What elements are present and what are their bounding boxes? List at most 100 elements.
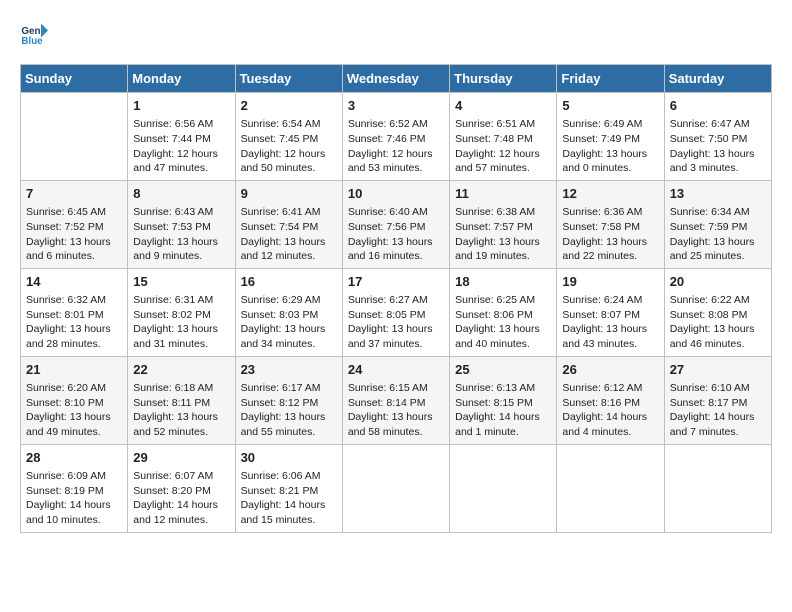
calendar-cell: 17 Sunrise: 6:27 AM Sunset: 8:05 PM Dayli… xyxy=(342,268,449,356)
day-number: 25 xyxy=(455,361,551,379)
calendar-table: SundayMondayTuesdayWednesdayThursdayFrid… xyxy=(20,64,772,533)
calendar-cell: 28 Sunrise: 6:09 AM Sunset: 8:19 PM Dayli… xyxy=(21,444,128,532)
day-number: 21 xyxy=(26,361,122,379)
calendar-cell: 11Sunrise: 6:38 AM Sunset: 7:57 PM Dayli… xyxy=(450,180,557,268)
day-number: 19 xyxy=(562,273,658,291)
day-number: 10 xyxy=(348,185,444,203)
day-number: 6 xyxy=(670,97,766,115)
day-number: 12 xyxy=(562,185,658,203)
day-number: 3 xyxy=(348,97,444,115)
day-number: 28 xyxy=(26,449,122,467)
week-row-3: 14 Sunrise: 6:32 AM Sunset: 8:01 PM Dayli… xyxy=(21,268,772,356)
day-number: 2 xyxy=(241,97,337,115)
day-number: 13 xyxy=(670,185,766,203)
calendar-cell: 26 Sunrise: 6:12 AM Sunset: 8:16 PM Dayli… xyxy=(557,356,664,444)
calendar-cell: 20Sunrise: 6:22 AM Sunset: 8:08 PM Dayli… xyxy=(664,268,771,356)
day-info: Sunrise: 6:09 AM Sunset: 8:19 PM Dayligh… xyxy=(26,469,122,528)
calendar-cell: 3 Sunrise: 6:52 AM Sunset: 7:46 PM Daylig… xyxy=(342,93,449,181)
calendar-cell: 2 Sunrise: 6:54 AM Sunset: 7:45 PM Daylig… xyxy=(235,93,342,181)
day-number: 17 xyxy=(348,273,444,291)
calendar-cell: 22Sunrise: 6:18 AM Sunset: 8:11 PM Dayli… xyxy=(128,356,235,444)
calendar-cell: 18Sunrise: 6:25 AM Sunset: 8:06 PM Dayli… xyxy=(450,268,557,356)
calendar-cell: 24 Sunrise: 6:15 AM Sunset: 8:14 PM Dayli… xyxy=(342,356,449,444)
calendar-cell xyxy=(450,444,557,532)
day-number: 14 xyxy=(26,273,122,291)
day-info: Sunrise: 6:27 AM Sunset: 8:05 PM Dayligh… xyxy=(348,293,444,352)
day-info: Sunrise: 6:25 AM Sunset: 8:06 PM Dayligh… xyxy=(455,293,551,352)
day-number: 9 xyxy=(241,185,337,203)
day-number: 5 xyxy=(562,97,658,115)
logo: Gen Blue xyxy=(20,20,52,48)
header: Gen Blue xyxy=(20,20,772,48)
calendar-cell xyxy=(557,444,664,532)
weekday-header-wednesday: Wednesday xyxy=(342,65,449,93)
day-info: Sunrise: 6:12 AM Sunset: 8:16 PM Dayligh… xyxy=(562,381,658,440)
day-info: Sunrise: 6:51 AM Sunset: 7:48 PM Dayligh… xyxy=(455,117,551,176)
week-row-1: 1 Sunrise: 6:56 AM Sunset: 7:44 PM Daylig… xyxy=(21,93,772,181)
calendar-cell: 4 Sunrise: 6:51 AM Sunset: 7:48 PM Daylig… xyxy=(450,93,557,181)
day-number: 16 xyxy=(241,273,337,291)
day-info: Sunrise: 6:20 AM Sunset: 8:10 PM Dayligh… xyxy=(26,381,122,440)
day-info: Sunrise: 6:47 AM Sunset: 7:50 PM Dayligh… xyxy=(670,117,766,176)
day-number: 24 xyxy=(348,361,444,379)
day-info: Sunrise: 6:52 AM Sunset: 7:46 PM Dayligh… xyxy=(348,117,444,176)
day-info: Sunrise: 6:40 AM Sunset: 7:56 PM Dayligh… xyxy=(348,205,444,264)
day-number: 15 xyxy=(133,273,229,291)
day-info: Sunrise: 6:41 AM Sunset: 7:54 PM Dayligh… xyxy=(241,205,337,264)
day-info: Sunrise: 6:10 AM Sunset: 8:17 PM Dayligh… xyxy=(670,381,766,440)
day-info: Sunrise: 6:17 AM Sunset: 8:12 PM Dayligh… xyxy=(241,381,337,440)
day-info: Sunrise: 6:56 AM Sunset: 7:44 PM Dayligh… xyxy=(133,117,229,176)
weekday-header-tuesday: Tuesday xyxy=(235,65,342,93)
calendar-cell: 19 Sunrise: 6:24 AM Sunset: 8:07 PM Dayli… xyxy=(557,268,664,356)
calendar-cell: 9 Sunrise: 6:41 AM Sunset: 7:54 PM Daylig… xyxy=(235,180,342,268)
calendar-cell: 14 Sunrise: 6:32 AM Sunset: 8:01 PM Dayli… xyxy=(21,268,128,356)
day-number: 26 xyxy=(562,361,658,379)
calendar-cell xyxy=(21,93,128,181)
calendar-cell: 25 Sunrise: 6:13 AM Sunset: 8:15 PM Dayli… xyxy=(450,356,557,444)
day-number: 30 xyxy=(241,449,337,467)
weekday-header-friday: Friday xyxy=(557,65,664,93)
day-number: 23 xyxy=(241,361,337,379)
day-number: 7 xyxy=(26,185,122,203)
calendar-cell xyxy=(342,444,449,532)
weekday-header-row: SundayMondayTuesdayWednesdayThursdayFrid… xyxy=(21,65,772,93)
weekday-header-monday: Monday xyxy=(128,65,235,93)
day-info: Sunrise: 6:31 AM Sunset: 8:02 PM Dayligh… xyxy=(133,293,229,352)
day-number: 1 xyxy=(133,97,229,115)
calendar-cell: 21 Sunrise: 6:20 AM Sunset: 8:10 PM Dayli… xyxy=(21,356,128,444)
logo-icon: Gen Blue xyxy=(20,20,48,48)
day-info: Sunrise: 6:34 AM Sunset: 7:59 PM Dayligh… xyxy=(670,205,766,264)
calendar-cell: 29 Sunrise: 6:07 AM Sunset: 8:20 PM Dayli… xyxy=(128,444,235,532)
day-info: Sunrise: 6:22 AM Sunset: 8:08 PM Dayligh… xyxy=(670,293,766,352)
calendar-cell: 23 Sunrise: 6:17 AM Sunset: 8:12 PM Dayli… xyxy=(235,356,342,444)
day-info: Sunrise: 6:45 AM Sunset: 7:52 PM Dayligh… xyxy=(26,205,122,264)
calendar-cell: 27 Sunrise: 6:10 AM Sunset: 8:17 PM Dayli… xyxy=(664,356,771,444)
calendar-cell: 8Sunrise: 6:43 AM Sunset: 7:53 PM Daylig… xyxy=(128,180,235,268)
week-row-2: 7 Sunrise: 6:45 AM Sunset: 7:52 PM Daylig… xyxy=(21,180,772,268)
weekday-header-saturday: Saturday xyxy=(664,65,771,93)
day-info: Sunrise: 6:49 AM Sunset: 7:49 PM Dayligh… xyxy=(562,117,658,176)
calendar-cell: 12 Sunrise: 6:36 AM Sunset: 7:58 PM Dayli… xyxy=(557,180,664,268)
calendar-cell: 6 Sunrise: 6:47 AM Sunset: 7:50 PM Daylig… xyxy=(664,93,771,181)
day-number: 27 xyxy=(670,361,766,379)
day-number: 4 xyxy=(455,97,551,115)
day-info: Sunrise: 6:07 AM Sunset: 8:20 PM Dayligh… xyxy=(133,469,229,528)
calendar-cell: 5 Sunrise: 6:49 AM Sunset: 7:49 PM Daylig… xyxy=(557,93,664,181)
svg-text:Blue: Blue xyxy=(21,36,43,47)
day-info: Sunrise: 6:36 AM Sunset: 7:58 PM Dayligh… xyxy=(562,205,658,264)
day-info: Sunrise: 6:15 AM Sunset: 8:14 PM Dayligh… xyxy=(348,381,444,440)
calendar-cell: 10 Sunrise: 6:40 AM Sunset: 7:56 PM Dayli… xyxy=(342,180,449,268)
day-info: Sunrise: 6:54 AM Sunset: 7:45 PM Dayligh… xyxy=(241,117,337,176)
calendar-cell xyxy=(664,444,771,532)
weekday-header-thursday: Thursday xyxy=(450,65,557,93)
day-info: Sunrise: 6:18 AM Sunset: 8:11 PM Dayligh… xyxy=(133,381,229,440)
calendar-cell: 13 Sunrise: 6:34 AM Sunset: 7:59 PM Dayli… xyxy=(664,180,771,268)
calendar-cell: 7 Sunrise: 6:45 AM Sunset: 7:52 PM Daylig… xyxy=(21,180,128,268)
calendar-cell: 16 Sunrise: 6:29 AM Sunset: 8:03 PM Dayli… xyxy=(235,268,342,356)
day-info: Sunrise: 6:24 AM Sunset: 8:07 PM Dayligh… xyxy=(562,293,658,352)
day-info: Sunrise: 6:29 AM Sunset: 8:03 PM Dayligh… xyxy=(241,293,337,352)
day-number: 29 xyxy=(133,449,229,467)
day-info: Sunrise: 6:32 AM Sunset: 8:01 PM Dayligh… xyxy=(26,293,122,352)
day-info: Sunrise: 6:13 AM Sunset: 8:15 PM Dayligh… xyxy=(455,381,551,440)
week-row-4: 21 Sunrise: 6:20 AM Sunset: 8:10 PM Dayli… xyxy=(21,356,772,444)
